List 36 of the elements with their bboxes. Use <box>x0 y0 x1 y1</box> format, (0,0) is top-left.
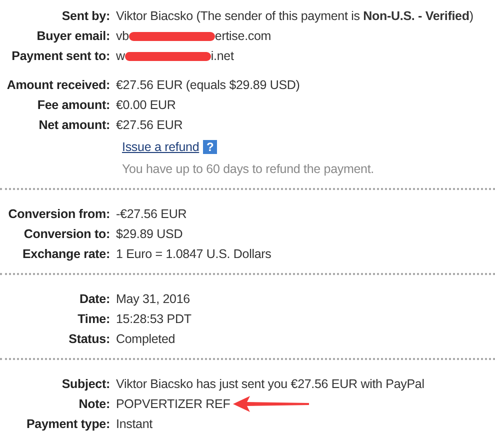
field-label: Sent by: <box>60 8 111 25</box>
field-value: Viktor Biacsko (The sender of this payment is Non-U.S. - Verified) <box>116 8 474 25</box>
field-label: Payment sent to: <box>10 48 111 65</box>
field-value-start: w <box>116 48 125 65</box>
field-value: 1 Euro = 1.0847 U.S. Dollars <box>116 246 272 263</box>
field-value-end: i.net <box>210 48 234 65</box>
field-label: Time: <box>76 311 111 328</box>
field-label: Note: <box>78 396 111 413</box>
field-label: Exchange rate: <box>21 246 111 263</box>
field-value: €27.56 EUR <box>116 117 183 134</box>
field-value: €0.00 EUR <box>116 97 176 114</box>
help-icon[interactable]: ? <box>203 140 218 154</box>
field-value: May 31, 2016 <box>116 291 190 308</box>
field-value: POPVERTIZER REF <box>116 396 230 413</box>
refund-note: You have up to 60 days to refund the payment. <box>121 161 376 178</box>
arrow-annotation-icon <box>233 396 310 412</box>
field-label: Buyer email: <box>36 28 111 45</box>
field-label: Net amount: <box>38 117 111 134</box>
field-value: 15:28:53 PDT <box>116 311 192 328</box>
field-label: Conversion from: <box>7 206 111 223</box>
field-value: -€27.56 EUR <box>116 206 187 223</box>
field-value: Viktor Biacsko has just sent you €27.56 EUR with PayPal <box>116 376 424 393</box>
field-value: Completed <box>116 331 176 348</box>
field-value: Instant <box>116 416 152 433</box>
field-label: Fee amount: <box>36 97 111 114</box>
field-label: Date: <box>78 291 111 308</box>
field-value-start: vb <box>116 28 129 45</box>
refund-link[interactable]: Issue a refund <box>122 137 200 157</box>
field-label: Status: <box>68 331 111 348</box>
field-label: Amount received: <box>6 77 111 94</box>
field-label: Conversion to: <box>22 226 111 243</box>
field-value: $29.89 USD <box>116 226 183 243</box>
field-value-end: ertise.com <box>214 28 272 45</box>
field-label: Payment type: <box>26 416 111 433</box>
field-label: Subject: <box>60 376 111 393</box>
field-value: €27.56 EUR (equals $29.89 USD) <box>116 77 300 94</box>
